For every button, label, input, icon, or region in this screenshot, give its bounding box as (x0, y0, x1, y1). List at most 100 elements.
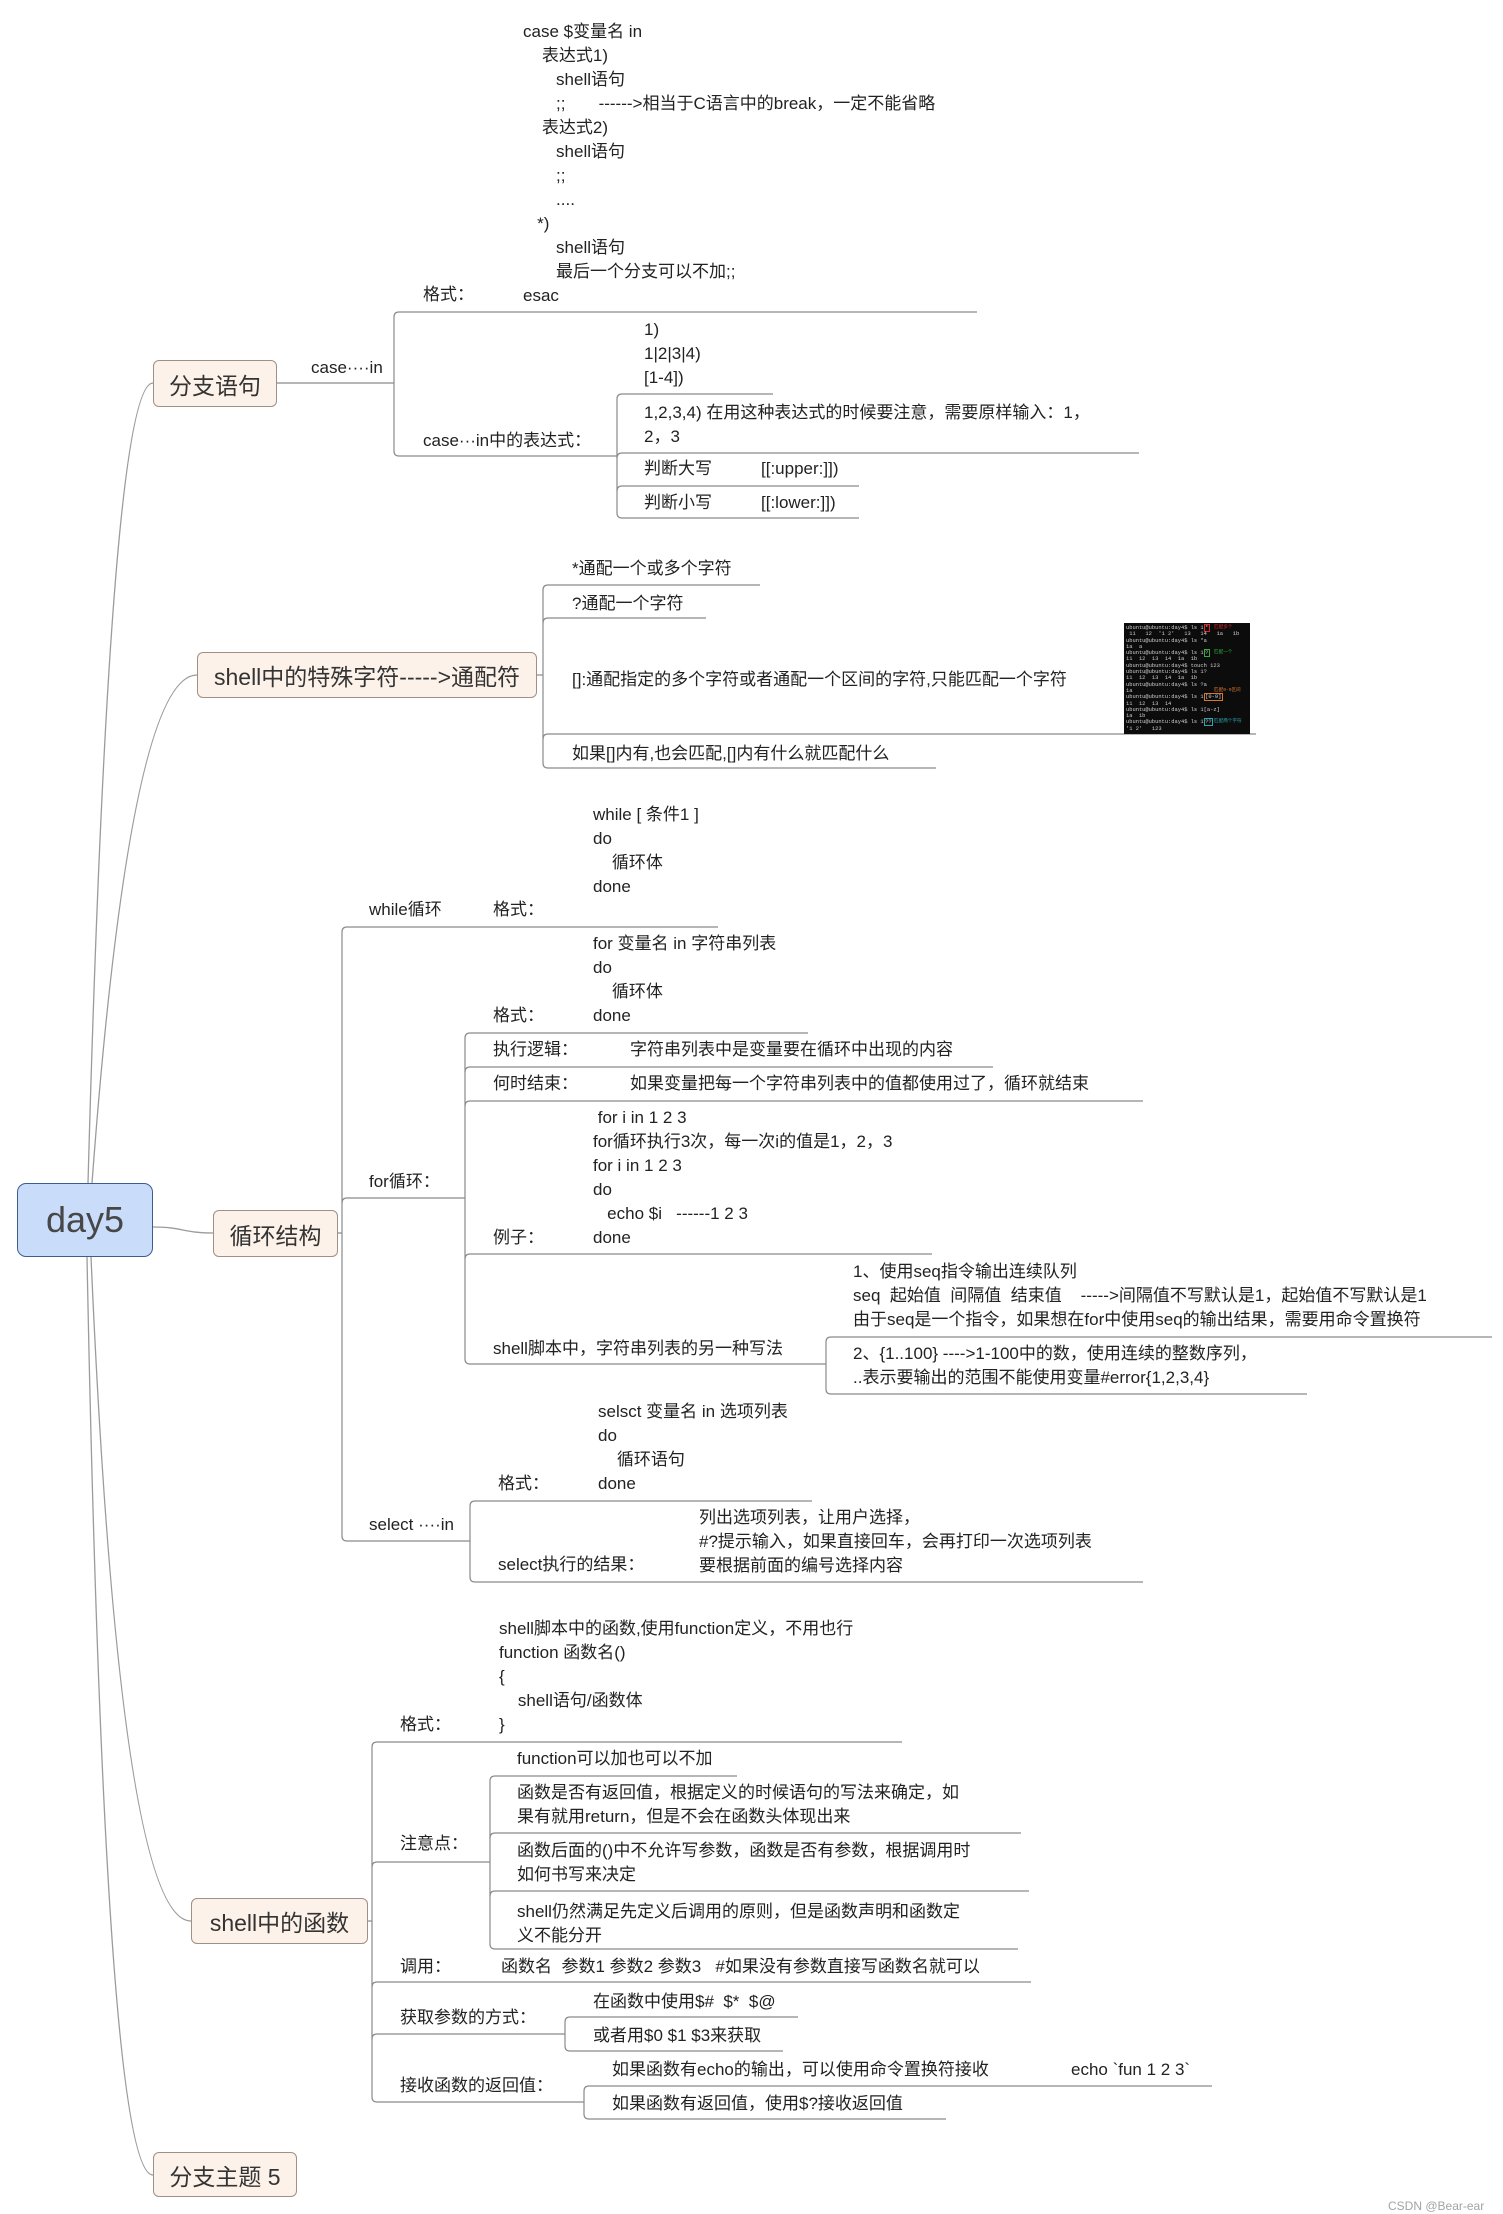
node-case-in: case····in (311, 358, 383, 377)
node-func-format-label: 格式： (400, 1715, 451, 1734)
terminal-line-text: 11 12 13 14 1a 1b (1126, 675, 1198, 682)
node-case-lower-label: 判断小写 (644, 493, 712, 512)
node-case-expressions-label: case···in中的表达式： (423, 431, 592, 450)
terminal-line-text: ubuntu@ubuntu:day4$ touch 123 (1126, 662, 1220, 669)
terminal-line-text: 1a a (1126, 643, 1143, 650)
node-case-pattern-note: 1,2,3,4) 在用这种表达式的时候要注意，需要原样输入：1， 2，3 (644, 403, 1090, 446)
wildcards-underline (542, 617, 706, 624)
node-func-format-code: shell脚本中的函数,使用function定义，不用也行 function 函… (499, 1619, 854, 1734)
node-func-param: 或者用$0 $1 $3来获取 (593, 2026, 762, 2045)
topic-loops-label: 循环结构 (229, 1222, 322, 1249)
node-case-upper-value: [[:upper:]]) (761, 459, 839, 478)
central-topic-label: day5 (45, 1199, 125, 1240)
functions-underline (371, 2033, 565, 2040)
node-func-note: shell仍然满足先定义后调用的原则，但是函数声明和函数定 义不能分开 (517, 1902, 960, 1945)
terminal-line-text: 11 12 13 14 (1126, 700, 1172, 707)
wildcards-bracket (542, 584, 549, 769)
wildcards-underline (542, 733, 1256, 740)
trunk-connector-loops (152, 1226, 214, 1234)
loops-underline (341, 1197, 465, 1204)
node-case-lower-value: [[:lower:]]) (761, 493, 836, 512)
node-func-note: function可以加也可以不加 (517, 1749, 713, 1768)
node-select-loop: select ····in (369, 1515, 455, 1534)
node-select-format-code: selsct 变量名 in 选项列表 do 循环语句 done (598, 1402, 788, 1493)
node-while-format-code: while [ 条件1 ] do 循环体 done (593, 805, 699, 896)
topic-functions: shell中的函数 (191, 1898, 368, 1944)
node-wildcard-star: *通配一个或多个字符 (572, 559, 732, 578)
terminal-line-text: 11 12 '1 2' 13 14 1a 1b (1126, 631, 1240, 638)
node-wildcard-question: ?通配一个字符 (572, 594, 684, 613)
terminal-line-text: ubuntu@ubuntu:day4$ ls 1[a-z] (1126, 706, 1220, 713)
node-func-call-text: 函数名 参数1 参数2 参数3 #如果没有参数直接写函数名就可以 (501, 1957, 980, 1976)
node-for-format-code: for 变量名 in 字符串列表 do 循环体 done (593, 934, 777, 1025)
func-notes-underline (489, 1890, 1029, 1897)
functions-underline (371, 1981, 1031, 1988)
node-func-return-label: 接收函数的返回值： (400, 2076, 553, 2095)
functions-bracket (371, 1741, 378, 2103)
select-loop-bracket (469, 1500, 476, 1583)
node-while-loop: while循环 (369, 900, 442, 919)
terminal-line: '1 2' 123 (1126, 726, 1248, 732)
topic-placeholder-5: 分支主题 5 (153, 2152, 297, 2197)
terminal-line-text: ubuntu@ubuntu:day4$ ls *a (1126, 637, 1207, 644)
node-func-param: 在函数中使用$# $* $@ (593, 1992, 776, 2011)
topic-wildcards: shell中的特殊字符----->通配符 (197, 652, 537, 698)
terminal-line-text: '1 2' 123 (1126, 725, 1162, 732)
for-alt-bracket (825, 1336, 832, 1395)
node-func-notes-label: 注意点： (400, 1834, 468, 1853)
node-for-loop: for循环： (369, 1172, 440, 1191)
node-for-end-label: 何时结束： (493, 1074, 578, 1093)
node-wildcard-bracket-note: 如果[]内有,也会匹配,[]内有什么就匹配什么 (572, 744, 890, 763)
node-select-result-text: 列出选项列表，让用户选择， #?提示输入，如果直接回车，会再打印一次选项列表 要… (699, 1508, 1092, 1575)
node-func-return-status: 如果函数有返回值，使用$?接收返回值 (612, 2094, 903, 2113)
func-notes-bracket (489, 1775, 496, 1950)
functions-underline (371, 1861, 490, 1868)
node-func-params-label: 获取参数的方式： (400, 2008, 536, 2027)
trunk-connector-functions (90, 1256, 192, 1922)
node-func-note: 函数是否有返回值，根据定义的时候语句的写法来确定，如 果有就用return，但是… (517, 1783, 959, 1826)
node-func-call-label: 调用： (400, 1957, 451, 1976)
loops-bracket (341, 926, 348, 1542)
node-for-logic-text: 字符串列表中是变量要在循环中出现的内容 (630, 1040, 953, 1059)
trunk-connector-branch-statement (87, 382, 154, 1184)
terminal-line-text: ubuntu@ubuntu:day4$ ls 1 (1126, 719, 1204, 726)
trunk-connector-wildcards (91, 674, 198, 1184)
func-return-bracket (583, 2085, 590, 2120)
node-while-format-label: 格式： (493, 900, 544, 919)
central-topic: day5 (17, 1183, 153, 1257)
node-for-example-label: 例子： (493, 1228, 544, 1247)
node-for-alt-range: 2、{1..100} ---->1-100中的数，使用连续的整数序列， ..表示… (853, 1344, 1257, 1387)
terminal-screenshot: ubuntu@ubuntu:day4$ ls 1 * 匹配多个 11 12 '1 2… (1124, 623, 1250, 734)
node-func-return-echo-example: echo `fun 1 2 3` (1071, 2060, 1191, 2079)
topic-loops: 循环结构 (213, 1210, 338, 1257)
terminal-line-text: ubuntu@ubuntu:day4$ ls ?a (1126, 681, 1207, 688)
node-func-note: 函数后面的()中不允许写参数，函数是否有参数，根据调用时 如何书写来决定 (517, 1841, 971, 1884)
terminal-line-text: ubuntu@ubuntu:day4$ ls 1 (1126, 650, 1204, 657)
node-case-patterns: 1) 1|2|3|4) [1-4]) (644, 320, 701, 387)
node-func-return-echo: 如果函数有echo的输出，可以使用命令置换符接收 (612, 2060, 989, 2079)
terminal-line-text: ubuntu@ubuntu:day4$ ls 1? (1126, 669, 1207, 676)
topic-functions-label: shell中的函数 (209, 1910, 350, 1936)
node-wildcard-bracket: []:通配指定的多个字符或者通配一个区间的字符,只能匹配一个字符 (572, 670, 1067, 689)
case-in-bracket (393, 311, 400, 457)
node-for-format-label: 格式： (493, 1006, 544, 1025)
node-select-result-label: select执行的结果： (498, 1555, 645, 1574)
node-for-end-text: 如果变量把每一个字符串列表中的值都使用过了，循环就结束 (630, 1074, 1089, 1093)
node-select-format-label: 格式： (498, 1474, 549, 1493)
func-params-bracket (564, 2016, 571, 2052)
terminal-line-text: 11 12 13 14 1a 1b (1126, 656, 1198, 663)
for-loop-underline (464, 1253, 932, 1260)
topic-wildcards-label: shell中的特殊字符----->通配符 (213, 664, 521, 690)
func-notes-underline (489, 1832, 1021, 1839)
node-case-format-code: case $变量名 in 表达式1) shell语句 ;; ------>相当于… (523, 22, 936, 305)
mind-map-canvas: day5 分支语句 shell中的特殊字符----->通配符 循环结构 shel… (0, 0, 1503, 2214)
for-loop-bracket (464, 1032, 471, 1365)
node-for-alt-seq: 1、使用seq指令输出连续队列 seq 起始值 间隔值 结束值 ----->间隔… (853, 1262, 1427, 1329)
node-case-format-label: 格式： (423, 285, 474, 304)
watermark: CSDN @Bear-ear (1388, 2199, 1485, 2213)
node-case-upper-label: 判断大写 (644, 459, 712, 478)
topic-branch-statement-label: 分支语句 (169, 372, 261, 399)
node-for-alt-label: shell脚本中，字符串列表的另一种写法 (493, 1339, 783, 1358)
topic-placeholder-5-label: 分支主题 5 (169, 2163, 281, 2190)
trunk-connector-placeholder-5 (86, 1256, 154, 2176)
